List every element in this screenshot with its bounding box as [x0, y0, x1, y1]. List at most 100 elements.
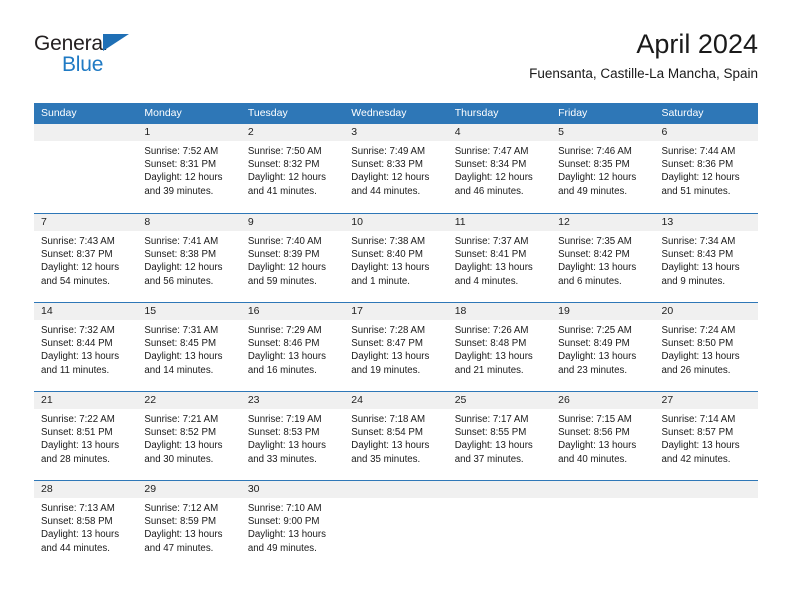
day-cell-11[interactable]: 11 Sunrise: 7:37 AM Sunset: 8:41 PM Dayligh…	[447, 214, 552, 302]
day-number: 23	[240, 392, 345, 409]
day-cell-7[interactable]: 7 Sunrise: 7:43 AM Sunset: 8:37 PM Daylight…	[34, 214, 138, 302]
day-info-line: Sunrise: 7:19 AM	[247, 414, 322, 425]
day-info-line: and 44 minutes.	[41, 542, 110, 554]
day-cell-15[interactable]: 15 Sunrise: 7:31 AM Sunset: 8:45 PM Dayligh…	[137, 303, 241, 391]
day-number: 22	[137, 392, 241, 409]
day-info-line: Daylight: 13 hours	[247, 440, 326, 452]
day-cell-30[interactable]: 30 Sunrise: 7:10 AM Sunset: 9:00 PM Dayligh…	[240, 481, 345, 569]
day-info-line: Sunset: 8:56 PM	[558, 427, 630, 439]
day-cell-23[interactable]: 23 Sunrise: 7:19 AM Sunset: 8:53 PM Dayligh…	[240, 392, 345, 480]
day-info-line: Sunset: 8:41 PM	[454, 249, 527, 261]
day-cell-21[interactable]: 21 Sunrise: 7:22 AM Sunset: 8:51 PM Dayligh…	[34, 392, 138, 480]
weekday-header-saturday: Saturday	[661, 107, 704, 119]
day-info-line: Daylight: 13 hours	[661, 440, 740, 452]
day-info-line: and 47 minutes.	[144, 542, 214, 554]
day-info-line: Sunset: 8:48 PM	[454, 338, 527, 350]
general-blue-logo[interactable]: General Blue	[34, 32, 204, 84]
day-cell-9[interactable]: 9 Sunrise: 7:40 AM Sunset: 8:39 PM Daylight…	[240, 214, 345, 302]
page-subtitle: Fuensanta, Castille-La Mancha, Spain	[529, 66, 758, 81]
day-number: 26	[551, 392, 655, 409]
day-info-line: Sunrise: 7:32 AM	[41, 325, 115, 336]
day-cell-12[interactable]: 12 Sunrise: 7:35 AM Sunset: 8:42 PM Dayligh…	[551, 214, 655, 302]
day-info-line: and 41 minutes.	[247, 185, 317, 197]
day-number	[34, 124, 138, 141]
day-info-line: and 11 minutes.	[41, 364, 110, 376]
day-number: 27	[654, 392, 758, 409]
day-info-line: Daylight: 12 hours	[558, 172, 637, 184]
day-number	[447, 481, 552, 498]
day-info-line: Sunset: 9:00 PM	[247, 516, 320, 528]
day-number	[344, 481, 448, 498]
day-cell-5[interactable]: 5 Sunrise: 7:46 AM Sunset: 8:35 PM Daylight…	[551, 124, 655, 213]
day-cell-2[interactable]: 2 Sunrise: 7:50 AM Sunset: 8:32 PM Daylight…	[240, 124, 345, 213]
day-info-line: and 49 minutes.	[247, 542, 317, 554]
day-sun-info: Sunrise: 7:40 AM Sunset: 8:39 PM Daylight:…	[241, 231, 344, 288]
day-info-line: and 30 minutes.	[144, 453, 214, 465]
day-info-line: and 44 minutes.	[351, 185, 421, 197]
day-number: 21	[34, 392, 138, 409]
day-number: 18	[447, 303, 552, 320]
day-cell-27[interactable]: 27 Sunrise: 7:14 AM Sunset: 8:57 PM Dayligh…	[654, 392, 758, 480]
day-cell-25[interactable]: 25 Sunrise: 7:17 AM Sunset: 8:55 PM Dayligh…	[447, 392, 552, 480]
day-cell-24[interactable]: 24 Sunrise: 7:18 AM Sunset: 8:54 PM Dayligh…	[344, 392, 448, 480]
day-number: 3	[344, 124, 448, 141]
day-cell-14[interactable]: 14 Sunrise: 7:32 AM Sunset: 8:44 PM Dayligh…	[34, 303, 138, 391]
day-info-line: Daylight: 13 hours	[351, 440, 430, 452]
day-sun-info: Sunrise: 7:28 AM Sunset: 8:47 PM Daylight:…	[344, 320, 447, 377]
day-info-line: Sunrise: 7:22 AM	[41, 414, 115, 425]
day-info-line: Daylight: 13 hours	[351, 262, 430, 274]
page-header: General Blue April 2024 Fuensanta, Casti…	[34, 28, 758, 90]
day-cell-17[interactable]: 17 Sunrise: 7:28 AM Sunset: 8:47 PM Dayligh…	[344, 303, 448, 391]
day-info-line: and 51 minutes.	[661, 185, 731, 197]
day-number: 8	[137, 214, 241, 231]
day-number: 2	[240, 124, 345, 141]
calendar-week-row: 14 Sunrise: 7:32 AM Sunset: 8:44 PM Dayligh…	[34, 302, 758, 391]
day-cell-empty	[34, 124, 138, 213]
day-info-line: Daylight: 13 hours	[558, 440, 637, 452]
day-number	[654, 481, 758, 498]
day-cell-4[interactable]: 4 Sunrise: 7:47 AM Sunset: 8:34 PM Daylight…	[447, 124, 552, 213]
day-sun-info: Sunrise: 7:15 AM Sunset: 8:56 PM Daylight:…	[551, 409, 654, 466]
day-cell-empty	[447, 481, 552, 569]
day-info-line: Sunset: 8:53 PM	[247, 427, 320, 439]
day-info-line: Sunrise: 7:29 AM	[247, 325, 322, 336]
day-info-line: Daylight: 13 hours	[144, 440, 223, 452]
day-cell-16[interactable]: 16 Sunrise: 7:29 AM Sunset: 8:46 PM Dayligh…	[240, 303, 345, 391]
day-cell-10[interactable]: 10 Sunrise: 7:38 AM Sunset: 8:40 PM Dayligh…	[344, 214, 448, 302]
day-info-line: and 35 minutes.	[351, 453, 421, 465]
day-cell-20[interactable]: 20 Sunrise: 7:24 AM Sunset: 8:50 PM Dayligh…	[654, 303, 758, 391]
day-cell-19[interactable]: 19 Sunrise: 7:25 AM Sunset: 8:49 PM Dayligh…	[551, 303, 655, 391]
day-info-line: Daylight: 13 hours	[454, 262, 533, 274]
day-number: 20	[654, 303, 758, 320]
day-cell-13[interactable]: 13 Sunrise: 7:34 AM Sunset: 8:43 PM Dayligh…	[654, 214, 758, 302]
day-info-line: Sunset: 8:33 PM	[351, 159, 423, 171]
day-info-line: Sunset: 8:43 PM	[661, 249, 734, 261]
day-info-line: Sunset: 8:50 PM	[661, 338, 734, 350]
day-cell-18[interactable]: 18 Sunrise: 7:26 AM Sunset: 8:48 PM Dayligh…	[447, 303, 552, 391]
day-info-line: and 16 minutes.	[247, 364, 317, 376]
day-sun-info: Sunrise: 7:22 AM Sunset: 8:51 PM Daylight:…	[34, 409, 137, 466]
day-info-line: and 56 minutes.	[144, 275, 214, 287]
day-info-line: Sunrise: 7:37 AM	[454, 236, 529, 247]
day-cell-8[interactable]: 8 Sunrise: 7:41 AM Sunset: 8:38 PM Daylight…	[137, 214, 241, 302]
weekday-header-sunday: Sunday	[41, 107, 77, 119]
calendar-week-row: 1 Sunrise: 7:52 AM Sunset: 8:31 PM Daylight…	[34, 124, 758, 213]
day-number: 19	[551, 303, 655, 320]
day-number: 12	[551, 214, 655, 231]
logo-text-blue: Blue	[62, 53, 104, 76]
day-info-line: and 1 minute.	[351, 275, 410, 287]
day-info-line: and 49 minutes.	[558, 185, 628, 197]
day-cell-26[interactable]: 26 Sunrise: 7:15 AM Sunset: 8:56 PM Dayligh…	[551, 392, 655, 480]
day-info-line: Sunrise: 7:13 AM	[41, 503, 115, 514]
day-sun-info: Sunrise: 7:26 AM Sunset: 8:48 PM Daylight:…	[448, 320, 551, 377]
day-cell-3[interactable]: 3 Sunrise: 7:49 AM Sunset: 8:33 PM Daylight…	[344, 124, 448, 213]
day-cell-28[interactable]: 28 Sunrise: 7:13 AM Sunset: 8:58 PM Dayligh…	[34, 481, 138, 569]
day-cell-22[interactable]: 22 Sunrise: 7:21 AM Sunset: 8:52 PM Dayligh…	[137, 392, 241, 480]
day-info-line: Sunrise: 7:26 AM	[454, 325, 529, 336]
day-cell-empty	[344, 481, 448, 569]
day-cell-29[interactable]: 29 Sunrise: 7:12 AM Sunset: 8:59 PM Dayligh…	[137, 481, 241, 569]
day-info-line: Sunset: 8:40 PM	[351, 249, 423, 261]
day-cell-1[interactable]: 1 Sunrise: 7:52 AM Sunset: 8:31 PM Daylight…	[137, 124, 241, 213]
day-cell-6[interactable]: 6 Sunrise: 7:44 AM Sunset: 8:36 PM Daylight…	[654, 124, 758, 213]
day-info-line: and 26 minutes.	[661, 364, 731, 376]
